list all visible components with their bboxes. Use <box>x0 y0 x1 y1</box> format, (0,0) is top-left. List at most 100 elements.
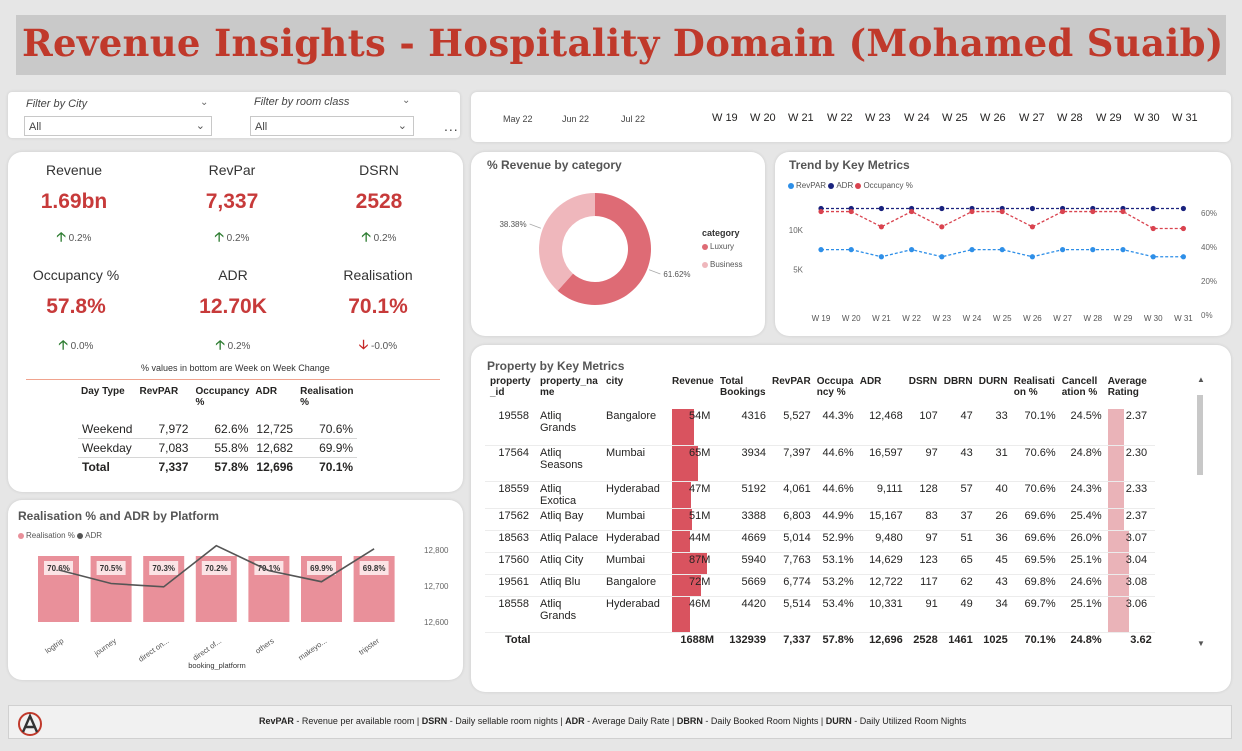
column-header[interactable]: property _id <box>485 375 537 409</box>
column-header[interactable]: city <box>603 375 669 409</box>
table-cell: 9,480 <box>856 530 906 553</box>
week-tab[interactable]: W 28 <box>1057 112 1083 124</box>
kpi-change-revpar: 🡡 0.2% <box>214 229 250 244</box>
revenue-value: 87M <box>689 553 711 566</box>
column-header[interactable]: Average Rating <box>1105 375 1155 409</box>
column-header[interactable]: Day Type <box>78 384 136 410</box>
data-point <box>909 208 915 215</box>
logo-icon <box>18 712 42 736</box>
column-header[interactable]: Revenue <box>669 375 717 409</box>
table-row[interactable]: 19558 Atliq Grands Bangalore 54M 4316 5,527 44… <box>485 409 1155 446</box>
column-header[interactable]: Cancell ation % <box>1059 375 1105 409</box>
more-options-icon[interactable]: ... <box>444 118 459 134</box>
month-tab[interactable]: Jun 22 <box>562 114 589 124</box>
table-cell: 69.8% <box>1010 574 1059 597</box>
data-label: 61.62% <box>663 270 690 279</box>
week-tab[interactable]: W 19 <box>712 112 738 124</box>
y2-tick-label: 20% <box>1201 277 1217 286</box>
table-row[interactable]: 17564 Atliq Seasons Mumbai 65M 3934 7,397 44.6… <box>485 445 1155 482</box>
month-tab[interactable]: May 22 <box>503 114 533 124</box>
column-header[interactable]: Occupancy % <box>192 384 252 410</box>
column-header[interactable]: DBRN <box>941 375 976 409</box>
table-cell: 97 <box>905 530 941 553</box>
table-row[interactable]: 17560 Atliq City Mumbai 87M 5940 7,763 53.1% 14… <box>485 552 1155 575</box>
table-cell: 44.9% <box>813 508 857 531</box>
week-tab[interactable]: W 23 <box>865 112 891 124</box>
table-row[interactable]: 17562 Atliq Bay Mumbai 51M 3388 6,803 44.9% 15,… <box>485 508 1155 531</box>
table-cell: 1025 <box>975 631 1011 647</box>
city-filter-chevron-icon[interactable]: ⌄ <box>200 97 208 108</box>
table-row[interactable]: 19561 Atliq Blu Bangalore 72M 5669 6,774 53.2%… <box>485 574 1155 597</box>
column-header[interactable]: DSRN <box>906 375 941 409</box>
scroll-down-icon[interactable]: ▼ <box>1197 639 1205 648</box>
column-header[interactable]: ADR <box>252 384 297 410</box>
y2-tick-label: 40% <box>1201 243 1217 252</box>
week-tab[interactable]: W 30 <box>1134 112 1160 124</box>
scrollbar[interactable]: ▲ ▼ <box>1197 375 1205 648</box>
month-tab[interactable]: Jul 22 <box>621 114 645 124</box>
x-tick-label: W 26 <box>1023 314 1042 323</box>
column-header[interactable]: RevPAR <box>769 375 814 409</box>
table-cell: 7,763 <box>769 552 814 575</box>
rating-bar <box>1107 508 1124 530</box>
scroll-up-icon[interactable]: ▲ <box>1197 375 1205 384</box>
table-row[interactable]: Weekday 7,083 55.8% 12,682 69.9% <box>78 438 358 458</box>
trend-card: Trend by Key Metrics RevPAR ADR Occupanc… <box>775 152 1231 336</box>
week-tab[interactable]: W 25 <box>942 112 968 124</box>
table-cell: 12,696 <box>856 631 906 647</box>
data-point <box>1029 254 1035 260</box>
week-tab[interactable]: W 31 <box>1172 112 1198 124</box>
scrollbar-thumb[interactable] <box>1197 395 1203 475</box>
week-tab[interactable]: W 24 <box>904 112 930 124</box>
rating-bar <box>1107 481 1124 508</box>
table-row[interactable]: Weekend 7,972 62.6% 12,725 70.6% <box>78 420 358 439</box>
chevron-down-icon: ⌄ <box>195 120 205 132</box>
data-point <box>1060 208 1066 215</box>
x-tick-label: W 24 <box>963 314 982 323</box>
kpi-note: % values in bottom are Week on Week Chan… <box>141 363 330 373</box>
rating-bar-cell: 3.06 <box>1104 596 1155 633</box>
column-header[interactable]: property_na me <box>537 375 603 409</box>
table-cell: 43 <box>975 574 1011 597</box>
column-header[interactable]: RevPAR <box>136 384 192 410</box>
table-cell: 17562 <box>485 508 537 531</box>
table-cell: 69.5% <box>1010 552 1059 575</box>
arrow-up-icon: 🡡 <box>215 337 225 352</box>
city-filter-dropdown[interactable]: All ⌄ <box>24 116 212 136</box>
week-tab[interactable]: W 21 <box>788 112 814 124</box>
legend-item-luxury[interactable]: Luxury <box>702 242 734 251</box>
table-cell: 40 <box>975 481 1011 509</box>
revenue-bar <box>672 596 690 632</box>
x-tick-label: makeyo... <box>297 636 329 662</box>
legend-item-business[interactable]: Business <box>702 260 742 269</box>
week-tab[interactable]: W 20 <box>750 112 776 124</box>
rating-bar-cell: 3.04 <box>1104 552 1155 575</box>
room-filter-chevron-icon[interactable]: ⌄ <box>402 95 410 106</box>
column-header[interactable]: Total Bookings <box>717 375 769 409</box>
kpi-label-realisation: Realisation <box>343 267 413 283</box>
data-label: 38.38% <box>499 220 526 229</box>
arrow-up-icon: 🡡 <box>214 229 224 244</box>
revenue-value: 46M <box>689 597 711 610</box>
column-header[interactable]: Realisati on % <box>1011 375 1059 409</box>
column-header[interactable]: Occupa ncy % <box>814 375 857 409</box>
data-point <box>939 224 945 230</box>
table-row[interactable]: 18559 Atliq Exotica Hyderabad 47M 5192 4,061 4… <box>485 481 1155 509</box>
week-tab[interactable]: W 26 <box>980 112 1006 124</box>
column-header[interactable]: DURN <box>976 375 1011 409</box>
data-point <box>1120 208 1126 215</box>
week-tab[interactable]: W 29 <box>1096 112 1122 124</box>
column-header[interactable]: Realisation % <box>297 384 357 410</box>
table-cell: 12,722 <box>856 574 906 597</box>
room-filter-dropdown[interactable]: All ⌄ <box>250 116 414 136</box>
table-row[interactable]: 18563 Atliq Palace Hyderabad 44M 4669 5,014 52… <box>485 530 1155 553</box>
column-header[interactable]: ADR <box>857 375 906 409</box>
x-tick-label: W 22 <box>902 314 921 323</box>
week-tab[interactable]: W 22 <box>827 112 853 124</box>
kpi-card: Revenue 1.69bn 🡡 0.2% RevPar 7,337 🡡 0.2… <box>8 152 463 492</box>
table-row[interactable]: 18558 Atliq Grands Hyderabad 46M 4420 5,514 53… <box>485 596 1155 633</box>
table-cell: Bangalore <box>603 409 669 446</box>
week-tab[interactable]: W 27 <box>1019 112 1045 124</box>
table-cell: Atliq Exotica <box>537 481 603 509</box>
table-cell: 6,803 <box>769 508 814 531</box>
